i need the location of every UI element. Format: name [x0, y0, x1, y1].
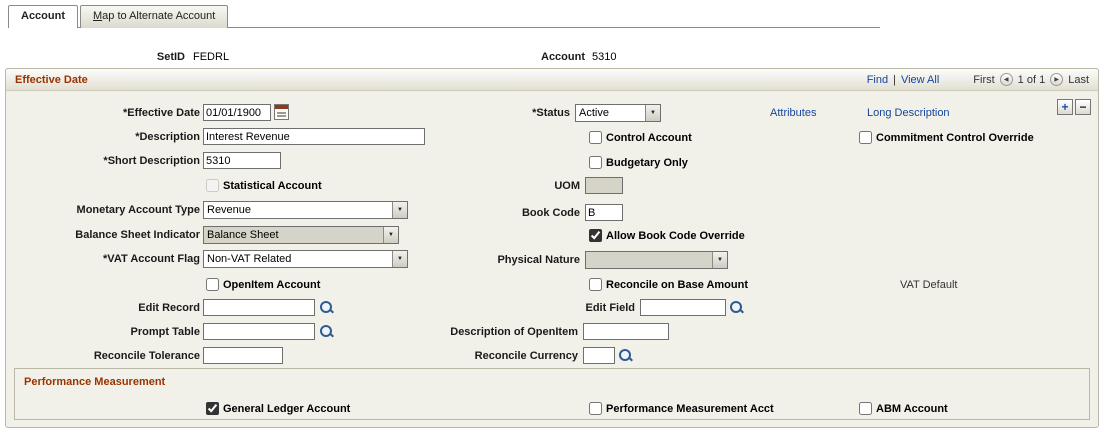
effective-date-label: *Effective Date	[122, 107, 200, 119]
dropdown-arrow-icon	[383, 227, 398, 243]
statistical-account-checkbox[interactable]	[206, 179, 219, 192]
setid-value: FEDRL	[193, 51, 230, 63]
edit-record-lookup-icon[interactable]	[319, 300, 334, 315]
short-description-label: *Short Description	[103, 155, 200, 167]
first-label: First	[973, 73, 995, 86]
vat-account-flag-select[interactable]: Non-VAT Related	[203, 250, 408, 268]
dropdown-arrow-icon	[712, 252, 727, 268]
page-tabbar: Account Map to Alternate Account	[8, 5, 230, 28]
delete-row-button[interactable]: −	[1075, 99, 1091, 115]
nav-divider: |	[893, 73, 896, 86]
status-selected-value: Active	[579, 107, 609, 119]
book-code-input[interactable]	[585, 204, 623, 221]
commitment-control-override-label: Commitment Control Override	[876, 132, 1034, 144]
monetary-account-type-select[interactable]: Revenue	[203, 201, 408, 219]
balance-sheet-indicator-label: Balance Sheet Indicator	[75, 229, 200, 241]
reconcile-currency-input[interactable]	[583, 347, 615, 364]
control-account-checkbox[interactable]	[589, 131, 602, 144]
abm-account-label: ABM Account	[876, 403, 948, 415]
effective-date-input[interactable]	[203, 104, 271, 121]
edit-field-lookup-icon[interactable]	[729, 300, 744, 315]
physical-nature-label: Physical Nature	[497, 254, 580, 266]
monetary-account-type-selected-value: Revenue	[207, 204, 252, 216]
account-page: Account Map to Alternate Account SetID F…	[0, 0, 1105, 441]
performance-measurement-title: Performance Measurement	[24, 376, 166, 388]
vat-account-flag-selected-value: Non-VAT Related	[207, 253, 292, 265]
attributes-link[interactable]: Attributes	[770, 107, 816, 119]
edit-record-label: Edit Record	[138, 302, 200, 314]
long-description-link[interactable]: Long Description	[867, 107, 950, 119]
budgetary-only-checkbox[interactable]	[589, 156, 602, 169]
description-label: *Description	[135, 131, 200, 143]
row-position: 1 of 1	[1017, 73, 1046, 86]
monetary-account-type-label: Monetary Account Type	[76, 204, 200, 216]
find-link[interactable]: Find	[867, 74, 888, 86]
dropdown-arrow-icon	[392, 251, 407, 267]
setid-label: SetID	[156, 51, 185, 63]
prompt-table-input[interactable]	[203, 323, 315, 340]
statistical-account-label: Statistical Account	[223, 180, 322, 192]
prompt-table-label: Prompt Table	[130, 326, 200, 338]
vat-account-flag-label: *VAT Account Flag	[103, 253, 200, 265]
add-row-button[interactable]: +	[1057, 99, 1073, 115]
description-input[interactable]	[203, 128, 425, 145]
description-of-openitem-input[interactable]	[583, 323, 669, 340]
general-ledger-account-checkbox[interactable]	[206, 402, 219, 415]
tab-map-to-alternate-account[interactable]: Map to Alternate Account	[80, 5, 229, 28]
book-code-label: Book Code	[521, 207, 580, 219]
effective-date-section-header: Effective Date Find | View All First ◀ 1…	[6, 69, 1098, 91]
previous-row-icon[interactable]: ◀	[999, 73, 1013, 86]
performance-measurement-acct-label: Performance Measurement Acct	[606, 403, 774, 415]
next-row-icon[interactable]: ▶	[1050, 73, 1064, 86]
control-account-label: Control Account	[606, 132, 692, 144]
vat-default-link[interactable]: VAT Default	[900, 279, 957, 291]
edit-field-label: Edit Field	[585, 302, 636, 314]
physical-nature-select	[585, 251, 728, 269]
openitem-account-checkbox[interactable]	[206, 278, 219, 291]
short-description-input[interactable]	[203, 152, 281, 169]
effective-date-calendar-icon[interactable]	[274, 104, 289, 120]
allow-book-code-override-checkbox[interactable]	[589, 229, 602, 242]
balance-sheet-indicator-select: Balance Sheet	[203, 226, 399, 244]
reconcile-on-base-amount-checkbox[interactable]	[589, 278, 602, 291]
tab-account[interactable]: Account	[8, 5, 78, 28]
dropdown-arrow-icon	[645, 105, 660, 121]
reconcile-tolerance-input[interactable]	[203, 347, 283, 364]
view-all-link[interactable]: View All	[901, 74, 939, 86]
last-label: Last	[1068, 73, 1089, 86]
reconcile-on-base-amount-label: Reconcile on Base Amount	[606, 279, 749, 291]
record-navigation: Find | View All First ◀ 1 of 1 ▶ Last	[867, 73, 1089, 86]
edit-field-input[interactable]	[640, 299, 726, 316]
status-select[interactable]: Active	[575, 104, 661, 122]
budgetary-only-label: Budgetary Only	[606, 157, 688, 169]
uom-label: UOM	[554, 180, 580, 192]
reconcile-currency-label: Reconcile Currency	[474, 350, 578, 362]
commitment-control-override-checkbox[interactable]	[859, 131, 872, 144]
description-of-openitem-label: Description of OpenItem	[450, 326, 578, 338]
tab-map-label: Map to Alternate Account	[93, 10, 216, 22]
general-ledger-account-label: General Ledger Account	[223, 403, 351, 415]
uom-input	[585, 177, 623, 194]
account-value: 5310	[592, 51, 617, 63]
balance-sheet-indicator-selected-value: Balance Sheet	[207, 229, 279, 241]
account-label: Account	[541, 51, 585, 63]
abm-account-checkbox[interactable]	[859, 402, 872, 415]
allow-book-code-override-label: Allow Book Code Override	[606, 230, 745, 242]
prompt-table-lookup-icon[interactable]	[319, 324, 334, 339]
reconcile-currency-lookup-icon[interactable]	[618, 348, 633, 363]
status-label: *Status	[532, 107, 570, 119]
tab-account-label: Account	[21, 10, 65, 22]
reconcile-tolerance-label: Reconcile Tolerance	[93, 350, 200, 362]
edit-record-input[interactable]	[203, 299, 315, 316]
dropdown-arrow-icon	[392, 202, 407, 218]
openitem-account-label: OpenItem Account	[223, 279, 321, 291]
performance-measurement-acct-checkbox[interactable]	[589, 402, 602, 415]
section-title: Effective Date	[15, 73, 88, 86]
physical-nature-selected-value	[586, 252, 712, 268]
